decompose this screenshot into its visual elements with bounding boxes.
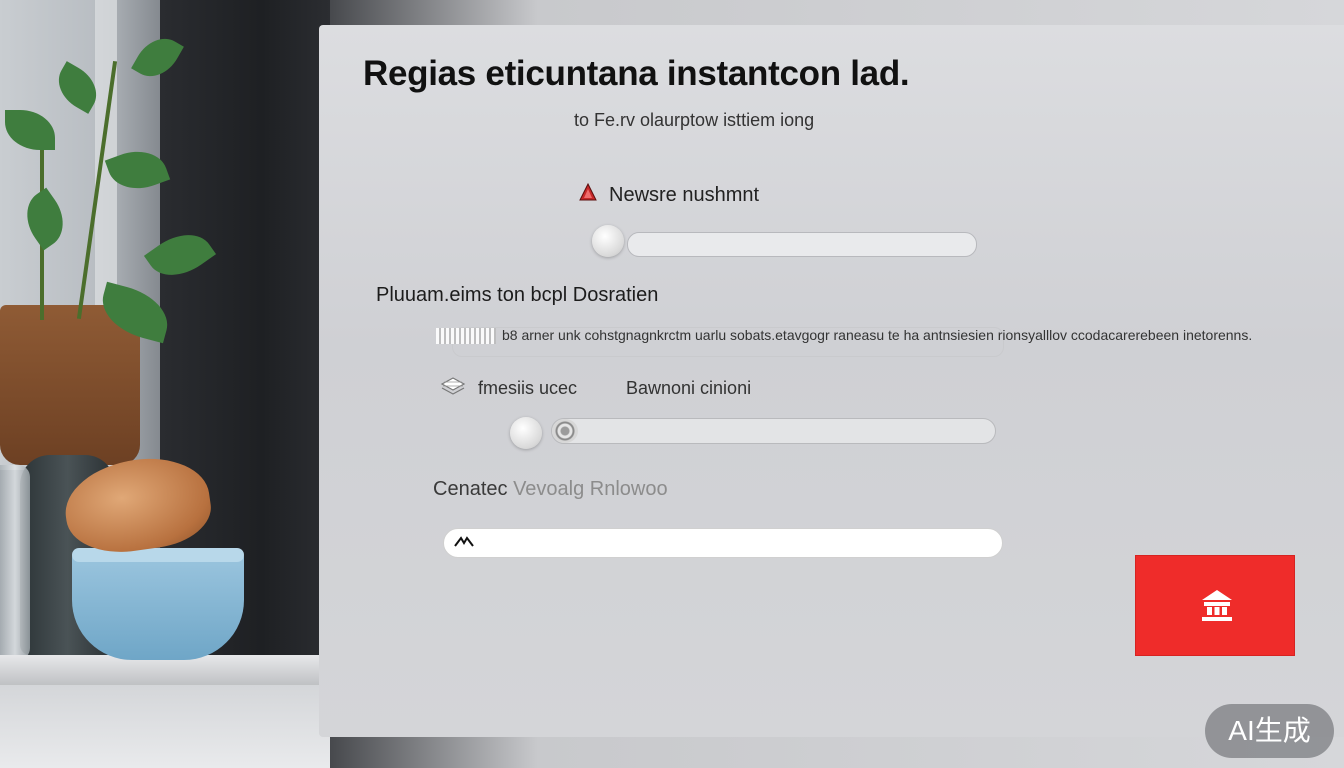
bowl-rim	[72, 548, 244, 562]
field1-input[interactable]	[627, 232, 977, 257]
floor	[0, 685, 330, 768]
background-scene	[0, 0, 330, 768]
confirm-label: Cenatec Vevoalg Rnlowoo	[433, 478, 668, 501]
glass-jar	[0, 465, 30, 660]
blue-bowl	[72, 550, 244, 660]
redacted-block	[436, 328, 496, 345]
slider-knob[interactable]	[510, 417, 542, 449]
ai-generated-badge: AI生成	[1205, 704, 1334, 758]
warning-icon	[579, 182, 597, 201]
confirm-label-part2: Vevoalg Rnlowoo	[513, 478, 668, 500]
building-icon	[1202, 590, 1232, 621]
plant-pot	[0, 305, 140, 465]
layers-icon	[440, 377, 466, 395]
helper-text-row: b8 arner unk cohstgnagnkrctm uarlu sobat…	[436, 327, 1253, 345]
confirm-text-input[interactable]	[443, 528, 1003, 558]
helper-text: b8 arner unk cohstgnagnkrctm uarlu sobat…	[502, 327, 1253, 343]
submit-button[interactable]	[1135, 555, 1295, 656]
cursor-icon	[454, 536, 474, 547]
page-subtitle: to Fe.rv olaurptow isttiem iong	[574, 110, 815, 130]
slider-handle[interactable]	[552, 419, 578, 443]
field1-label: Newsre nushmnt	[609, 184, 760, 206]
slider-track[interactable]	[551, 418, 996, 444]
field1-knob[interactable]	[592, 225, 624, 257]
page-title: Regias eticuntana instantcon lad.	[363, 54, 910, 93]
row-label-left: fmesiis ucec	[478, 378, 578, 398]
row-label-right: Bawnoni cinioni	[626, 378, 752, 398]
confirm-label-part1: Cenatec	[433, 478, 508, 500]
section-label: Pluuam.eims ton bcpl Dosratien	[376, 284, 659, 306]
